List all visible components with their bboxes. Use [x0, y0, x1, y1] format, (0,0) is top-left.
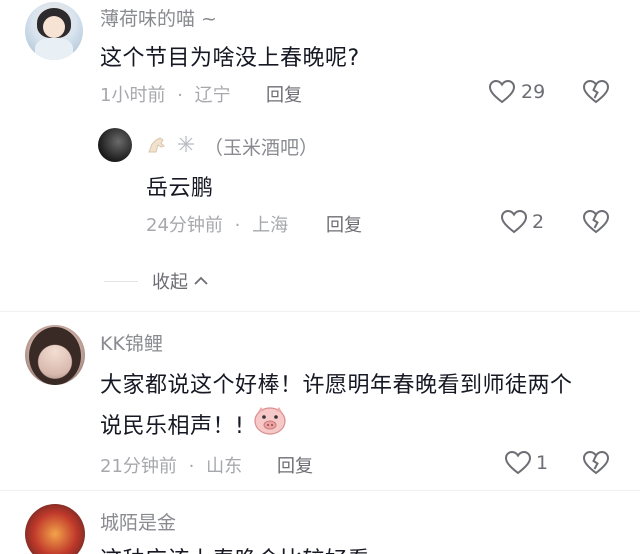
comment-text-line-2: 说民乐相声！! [100, 414, 245, 439]
chevron-up-icon [194, 276, 208, 285]
avatar[interactable] [25, 2, 83, 60]
collapse-line [104, 281, 138, 282]
reply-button[interactable]: 回复 [266, 81, 302, 107]
star-sparkle-icon [178, 136, 194, 152]
comment-time: 21分钟前 [100, 456, 177, 477]
broken-heart-icon[interactable] [582, 450, 610, 476]
collapse-replies-button[interactable]: 收起 [152, 268, 210, 294]
divider [0, 490, 640, 491]
reply-text: 岳云鹏 [146, 176, 214, 201]
divider [0, 311, 640, 312]
like-count: 1 [536, 452, 549, 474]
avatar-hair [29, 327, 81, 385]
heart-outline-icon[interactable] [504, 450, 532, 476]
comment-username[interactable]: 城陌是金 [100, 508, 176, 535]
like-count: 29 [521, 81, 546, 103]
reply-location: 上海 [252, 215, 289, 236]
meta-separator: · [177, 85, 183, 106]
heart-outline-icon[interactable] [500, 209, 528, 235]
reply-meta: 24分钟前 · 上海 [146, 211, 288, 237]
comment-text: 这种应该上春晚会比较好看 [100, 542, 370, 554]
avatar[interactable] [25, 504, 85, 554]
avatar-face [43, 16, 65, 38]
reply-username[interactable]: （玉米酒吧） [204, 133, 318, 160]
avatar[interactable] [25, 325, 85, 385]
pig-face-emoji [254, 407, 286, 435]
horse-icon [148, 137, 165, 153]
avatar-dress [35, 38, 73, 60]
comment-text-line-1: 大家都说这个好棒！许愿明年春晚看到师徒两个 [100, 373, 573, 398]
heart-outline-icon[interactable] [488, 79, 516, 105]
meta-separator: · [234, 215, 241, 236]
comment-text: 这个节目为啥没上春晚呢? [100, 46, 360, 71]
reply-button[interactable]: 回复 [326, 211, 362, 237]
reply-avatar[interactable] [98, 128, 132, 162]
comment-time: 1小时前 [100, 85, 166, 106]
comment-meta: 1小时前 · 辽宁 [100, 81, 231, 107]
collapse-label: 收起 [152, 272, 188, 293]
comment-username[interactable]: 薄荷味的喵 ~ [100, 4, 217, 31]
broken-heart-icon[interactable] [582, 79, 610, 105]
comment-location: 山东 [206, 456, 243, 477]
comment-location: 辽宁 [194, 85, 231, 106]
reply-user-badges [146, 134, 196, 154]
broken-heart-icon[interactable] [582, 209, 610, 235]
comment-username[interactable]: KK锦鲤 [100, 329, 163, 356]
comment-meta: 21分钟前 · 山东 [100, 452, 242, 478]
meta-separator: · [188, 456, 195, 477]
reply-button[interactable]: 回复 [277, 452, 313, 478]
like-count: 2 [532, 211, 545, 233]
reply-time: 24分钟前 [146, 215, 223, 236]
